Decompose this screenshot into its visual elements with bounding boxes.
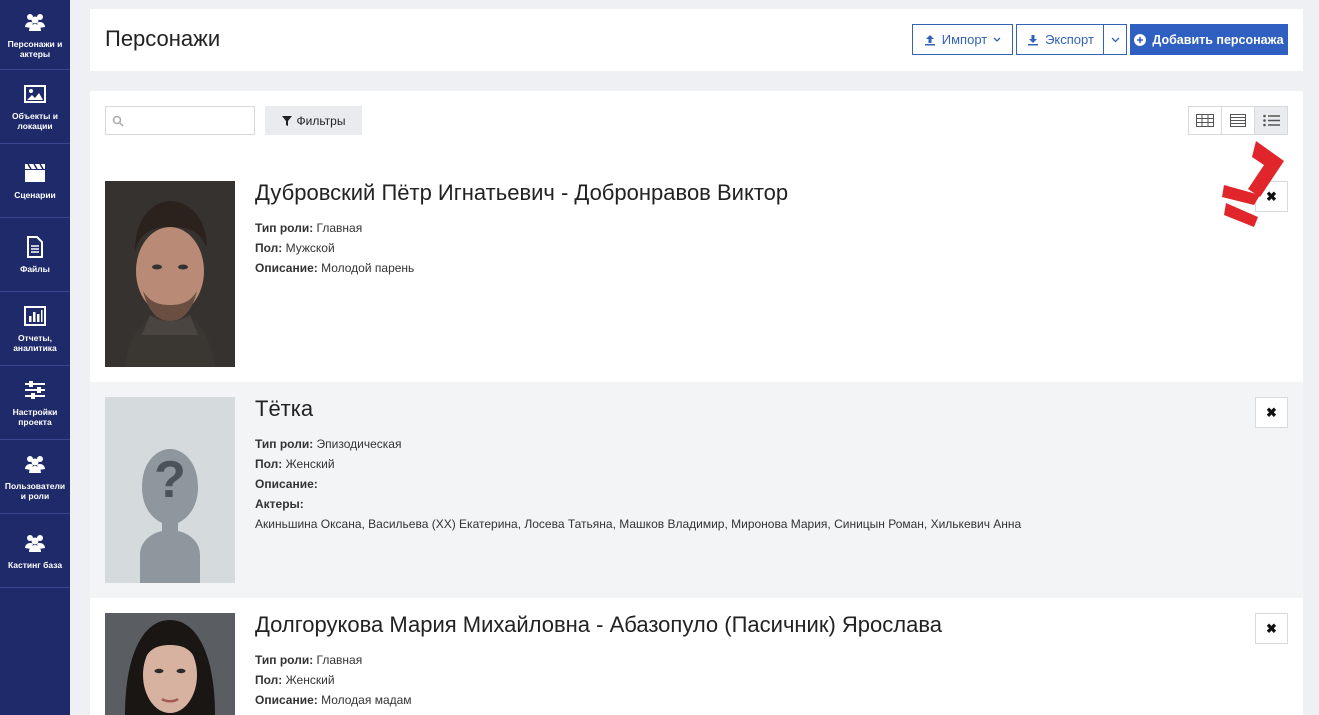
- search-icon: [112, 115, 124, 127]
- gender-label: Пол:: [255, 241, 283, 255]
- view-table-button[interactable]: [1189, 107, 1222, 134]
- export-label: Экспорт: [1045, 32, 1094, 47]
- character-name[interactable]: Тётка: [255, 396, 313, 422]
- file-icon: [24, 235, 46, 258]
- svg-text:?: ?: [154, 451, 186, 509]
- sidebar-label: Сценарии: [14, 189, 56, 200]
- image-icon: [24, 83, 46, 105]
- list-icon: [1262, 114, 1280, 127]
- sidebar-label: Настройки проекта: [12, 406, 58, 427]
- role-type-value: Главная: [316, 221, 363, 235]
- clapperboard-icon: [24, 162, 46, 184]
- upload-icon: [924, 34, 935, 45]
- character-photo-placeholder: ?: [105, 397, 235, 583]
- table-icon: [1196, 114, 1214, 127]
- character-name[interactable]: Дубровский Пётр Игнатьевич - Добронравов…: [255, 180, 788, 206]
- character-card: Дубровский Пётр Игнатьевич - Добронравов…: [90, 166, 1303, 382]
- characters-panel: Фильтры Дубровский Пётр Игнатьевич - Доб…: [90, 91, 1303, 715]
- character-description: Описание: Молодой парень: [255, 261, 414, 275]
- sidebar-item-objects[interactable]: Объекты и локации: [0, 70, 70, 144]
- character-card: ? Тётка Тип роли: Эпизодическая Пол: Жен…: [90, 382, 1303, 598]
- sidebar-label: Кастинг база: [7, 559, 63, 570]
- close-icon: ✖: [1266, 620, 1277, 636]
- users-icon: [24, 11, 46, 33]
- sidebar-item-settings[interactable]: Настройки проекта: [0, 366, 70, 440]
- import-label: Импорт: [941, 32, 988, 47]
- sidebar-item-casting[interactable]: Кастинг база: [0, 514, 70, 588]
- sidebar-label: Отчеты, аналитика: [13, 332, 57, 353]
- description-label: Описание:: [255, 261, 318, 275]
- view-list-button[interactable]: [1255, 107, 1287, 134]
- add-character-label: Добавить персонажа: [1152, 32, 1284, 47]
- description-label: Описание:: [255, 477, 318, 491]
- chevron-down-icon: [993, 37, 1001, 42]
- search-input[interactable]: [105, 106, 255, 135]
- character-card: Долгорукова Мария Михайловна - Абазопуло…: [90, 598, 1303, 715]
- role-type-label: Тип роли:: [255, 221, 314, 235]
- sidebar-label: Пользователи и роли: [4, 480, 66, 501]
- sidebar-label: Объекты и локации: [12, 110, 58, 131]
- sidebar-item-reports[interactable]: Отчеты, аналитика: [0, 292, 70, 366]
- role-type-value: Главная: [316, 653, 363, 667]
- character-gender: Пол: Женский: [255, 457, 335, 471]
- character-description: Описание:: [255, 477, 318, 491]
- sidebar-item-characters[interactable]: Персонажи и актеры: [0, 0, 70, 70]
- rows-icon: [1230, 114, 1246, 127]
- export-dropdown-button[interactable]: [1103, 24, 1127, 55]
- sidebar-item-scripts[interactable]: Сценарии: [0, 144, 70, 218]
- character-gender: Пол: Мужской: [255, 241, 335, 255]
- add-character-button[interactable]: Добавить персонажа: [1130, 24, 1288, 55]
- character-photo: [105, 181, 235, 367]
- view-toggle: [1188, 106, 1288, 135]
- close-icon: ✖: [1266, 404, 1277, 420]
- users-icon: [24, 453, 46, 475]
- character-name[interactable]: Долгорукова Мария Михайловна - Абазопуло…: [255, 612, 942, 638]
- gender-value: Мужской: [285, 241, 335, 255]
- gender-value: Женский: [285, 457, 335, 471]
- character-photo: [105, 613, 235, 715]
- import-button[interactable]: Импорт: [912, 24, 1013, 55]
- actors-label: Актеры:: [255, 497, 304, 511]
- character-gender: Пол: Женский: [255, 673, 335, 687]
- page-header: Персонажи Импорт Экспорт Добавить персон…: [90, 9, 1303, 71]
- arrow-pointer-icon: [1222, 141, 1284, 227]
- sidebar-item-files[interactable]: Файлы: [0, 218, 70, 292]
- character-role-type: Тип роли: Главная: [255, 221, 362, 235]
- role-type-label: Тип роли:: [255, 653, 314, 667]
- plus-circle-icon: [1134, 33, 1147, 46]
- character-role-type: Тип роли: Эпизодическая: [255, 437, 401, 451]
- view-rows-button[interactable]: [1222, 107, 1255, 134]
- sidebar: Персонажи и актеры Объекты и локации Сце…: [0, 0, 70, 715]
- role-type-label: Тип роли:: [255, 437, 314, 451]
- character-actors-list: Акиньшина Оксана, Васильева (ХХ) Екатери…: [255, 517, 1022, 531]
- role-type-value: Эпизодическая: [316, 437, 402, 451]
- delete-button[interactable]: ✖: [1255, 397, 1288, 428]
- sidebar-label: Файлы: [20, 263, 50, 274]
- sliders-icon: [24, 379, 46, 401]
- users-icon: [24, 532, 46, 554]
- gender-label: Пол:: [255, 673, 283, 687]
- sidebar-label: Персонажи и актеры: [7, 38, 63, 59]
- character-description: Описание: Молодая мадам: [255, 693, 412, 707]
- page-title: Персонажи: [105, 26, 221, 51]
- gender-label: Пол:: [255, 457, 283, 471]
- description-label: Описание:: [255, 693, 318, 707]
- download-icon: [1028, 34, 1039, 45]
- gender-value: Женский: [285, 673, 335, 687]
- character-role-type: Тип роли: Главная: [255, 653, 362, 667]
- filter-icon: [281, 115, 292, 126]
- character-actors-heading: Актеры:: [255, 497, 304, 511]
- description-value: Молодая мадам: [321, 693, 412, 707]
- chart-icon: [24, 305, 46, 327]
- export-button[interactable]: Экспорт: [1016, 24, 1104, 55]
- filters-button[interactable]: Фильтры: [265, 106, 362, 135]
- delete-button[interactable]: ✖: [1255, 613, 1288, 644]
- description-value: Молодой парень: [321, 261, 415, 275]
- chevron-down-icon: [1111, 37, 1119, 42]
- filters-label: Фильтры: [296, 113, 346, 128]
- sidebar-item-users[interactable]: Пользователи и роли: [0, 440, 70, 514]
